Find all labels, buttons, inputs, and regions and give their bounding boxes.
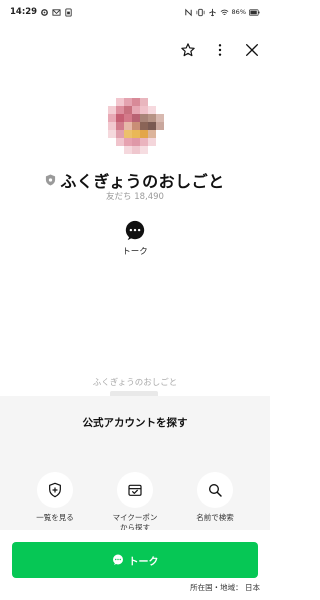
description-title: ふくぎょうのおしごと — [92, 378, 178, 388]
shortcut-icon-circle — [117, 472, 153, 508]
vibrate-icon — [196, 8, 205, 16]
status-bar: 14:29 86% — [0, 0, 270, 24]
shortcut-label: 名前で検索 — [196, 513, 234, 522]
shortcut-label: 一覧を見る — [36, 513, 74, 522]
battery-level: 86% — [231, 8, 246, 16]
shield-plus-icon — [49, 482, 61, 498]
profile-name-row: ふくぎょうのおしごと — [0, 168, 270, 192]
talk-button[interactable]: トーク — [12, 542, 258, 578]
shield-badge-icon — [46, 174, 56, 186]
friends-count: 友だち 18,490 — [106, 192, 164, 202]
shortcut-coupon[interactable]: マイクーポン から探す — [100, 472, 170, 533]
region-text: 所在国・地域： 日本 — [190, 583, 260, 592]
airplane-icon — [208, 8, 216, 16]
shortcut-icon-circle — [197, 472, 233, 508]
close-icon — [246, 44, 258, 56]
talk-button-label: トーク — [128, 556, 159, 568]
more-button[interactable] — [210, 40, 230, 60]
shortcut-search-name[interactable]: 名前で検索 — [180, 472, 250, 523]
status-time: 14:29 — [10, 7, 38, 17]
nfc-icon — [184, 8, 192, 16]
profile-name: ふくぎょうのおしごと — [60, 172, 225, 191]
close-button[interactable] — [242, 40, 262, 60]
settings-icon — [41, 8, 48, 16]
talk-action-label: トーク — [122, 247, 148, 257]
shortcut-icon-circle — [37, 472, 73, 508]
favorite-button[interactable] — [178, 40, 198, 60]
star-icon — [181, 43, 195, 57]
discover-title: 公式アカウントを探す — [82, 417, 188, 429]
wifi-icon — [220, 9, 228, 15]
talk-action[interactable]: トーク — [110, 220, 160, 257]
shortcut-browse-list[interactable]: 一覧を見る — [20, 472, 90, 523]
avatar[interactable] — [108, 98, 164, 160]
battery-icon — [249, 8, 260, 16]
profile-toolbar — [178, 40, 262, 60]
mail-icon — [52, 8, 61, 16]
chat-bubble-icon — [125, 220, 145, 241]
discover-shortcuts: 一覧を見る マイクーポン から探す 名前で検索 — [0, 472, 270, 532]
bottom-bar: トーク 所在国・地域： 日本 — [0, 530, 270, 600]
coupon-icon — [128, 484, 142, 496]
search-icon — [209, 484, 222, 497]
sim-icon — [65, 7, 72, 17]
more-vertical-icon — [218, 44, 222, 56]
chat-bubble-icon — [112, 554, 123, 565]
